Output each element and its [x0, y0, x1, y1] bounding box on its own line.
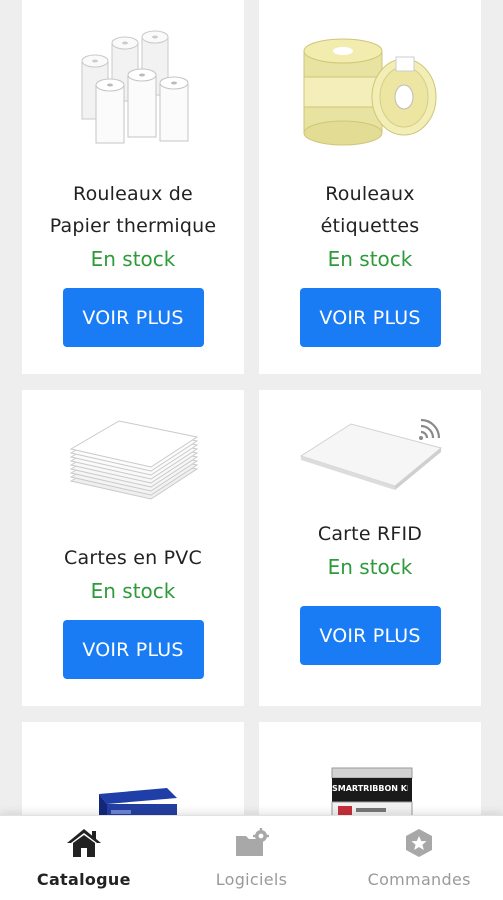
- folder-settings-icon: [234, 828, 270, 862]
- product-name-line2: Papier thermique: [49, 215, 217, 237]
- printer-ribbon-box-image: [22, 722, 244, 815]
- product-grid: Rouleaux de Papier thermique En stock VO…: [0, 0, 503, 815]
- product-card-rfid[interactable]: Carte RFID En stock VOIR PLUS: [259, 390, 481, 706]
- ribbon-box-text: SMARTRIBBON KIT: [332, 784, 408, 793]
- product-card-label-rolls[interactable]: Rouleaux étiquettes En stock VOIR PLUS: [259, 0, 481, 374]
- product-card-pvc-cards[interactable]: Cartes en PVC En stock VOIR PLUS: [22, 390, 244, 706]
- smart-ribbon-kit-image: SMARTRIBBON KIT: [259, 722, 481, 815]
- product-name: Carte RFID: [317, 523, 423, 545]
- stock-status: En stock: [90, 247, 176, 271]
- stock-status: En stock: [327, 247, 413, 271]
- product-name: Cartes en PVC: [64, 547, 202, 569]
- thermal-paper-rolls-image: [22, 0, 244, 178]
- product-card-ribbon[interactable]: [22, 722, 244, 815]
- product-card-smart-ribbon[interactable]: SMARTRIBBON KIT: [259, 722, 481, 815]
- label-rolls-image: [259, 0, 481, 178]
- voir-plus-button[interactable]: VOIR PLUS: [299, 606, 441, 665]
- product-name: Rouleaux: [325, 183, 415, 205]
- product-name: Rouleaux de: [73, 183, 193, 205]
- home-icon: [66, 828, 102, 862]
- nav-label: Logiciels: [215, 870, 288, 889]
- voir-plus-button[interactable]: VOIR PLUS: [299, 288, 441, 347]
- product-name-line2: étiquettes: [320, 215, 420, 237]
- nav-catalogue[interactable]: Catalogue: [0, 816, 168, 900]
- pvc-cards-image: [22, 390, 244, 542]
- stock-status: En stock: [327, 555, 413, 579]
- nav-commandes[interactable]: Commandes: [335, 816, 503, 900]
- rfid-card-image: [259, 390, 481, 518]
- stock-status: En stock: [90, 579, 176, 603]
- nav-label: Catalogue: [36, 870, 131, 889]
- voir-plus-button[interactable]: VOIR PLUS: [62, 620, 204, 679]
- product-card-thermal-paper[interactable]: Rouleaux de Papier thermique En stock VO…: [22, 0, 244, 374]
- nav-logiciels[interactable]: Logiciels: [168, 816, 336, 900]
- bottom-navigation: Catalogue Logiciels Commandes: [0, 815, 503, 900]
- voir-plus-button[interactable]: VOIR PLUS: [62, 288, 204, 347]
- nav-label: Commandes: [367, 870, 471, 889]
- star-badge-icon: [401, 828, 437, 862]
